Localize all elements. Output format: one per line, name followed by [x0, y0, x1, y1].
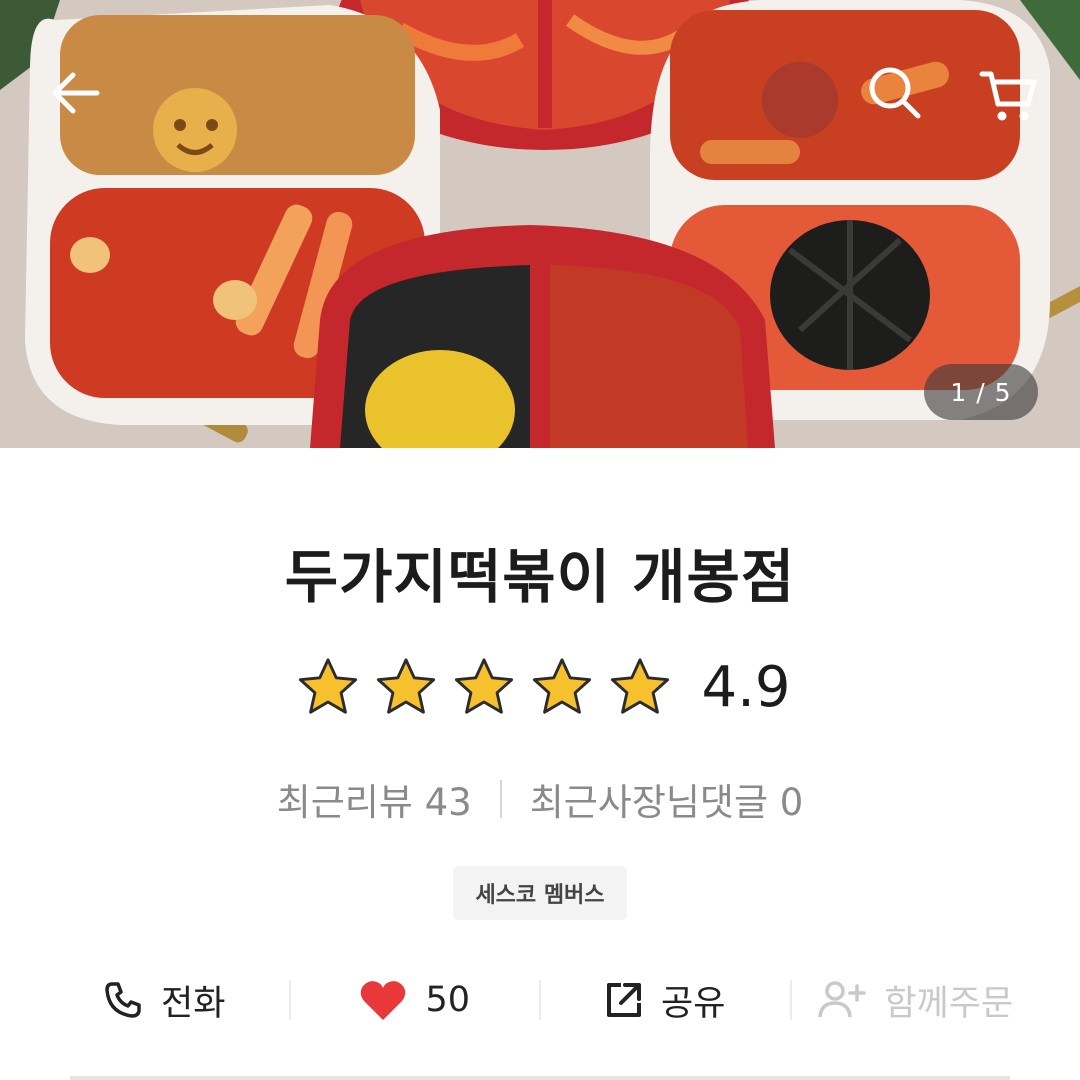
- recent-reviews-link[interactable]: 최근리뷰 43: [277, 772, 472, 826]
- section-divider: [70, 1076, 1010, 1080]
- cart-icon: [979, 71, 1037, 121]
- star-icon: [533, 658, 592, 714]
- review-summary: 최근리뷰 43 최근사장님댓글 0: [0, 772, 1080, 826]
- arrow-left-icon: [52, 72, 100, 114]
- photo-counter: 1 / 5: [924, 364, 1038, 420]
- like-button[interactable]: 50: [291, 978, 540, 1022]
- store-name: 두가지떡볶이 개봉점: [284, 543, 796, 611]
- share-label: 공유: [661, 983, 726, 1024]
- star-icon: [299, 658, 358, 714]
- call-label: 전화: [161, 983, 226, 1024]
- rating-row: 4.9: [0, 652, 1080, 722]
- search-button[interactable]: [858, 56, 932, 130]
- star-icon: [455, 658, 514, 714]
- call-button[interactable]: 전화: [40, 975, 289, 1026]
- back-button[interactable]: [40, 58, 110, 128]
- cart-button[interactable]: [968, 56, 1048, 136]
- action-bar: 전화 50 공유 함께주문: [40, 965, 1040, 1035]
- divider: [499, 780, 502, 818]
- store-photo-gallery[interactable]: 1 / 5: [0, 0, 1080, 448]
- group-order-label: 함께주문: [884, 983, 1014, 1024]
- share-button[interactable]: 공유: [541, 975, 790, 1026]
- add-user-icon: [818, 981, 867, 1018]
- share-icon: [607, 983, 642, 1017]
- search-icon: [869, 67, 921, 119]
- cesco-members-badge: 세스코 멤버스: [453, 866, 627, 920]
- owner-replies-link[interactable]: 최근사장님댓글 0: [530, 772, 804, 826]
- like-count: 50: [425, 980, 471, 1020]
- heart-icon: [361, 981, 406, 1020]
- phone-icon: [105, 982, 141, 1018]
- group-order-button[interactable]: 함께주문: [792, 975, 1041, 1026]
- rating-value: 4.9: [701, 654, 791, 720]
- star-icon: [377, 658, 436, 714]
- star-icon: [611, 658, 670, 714]
